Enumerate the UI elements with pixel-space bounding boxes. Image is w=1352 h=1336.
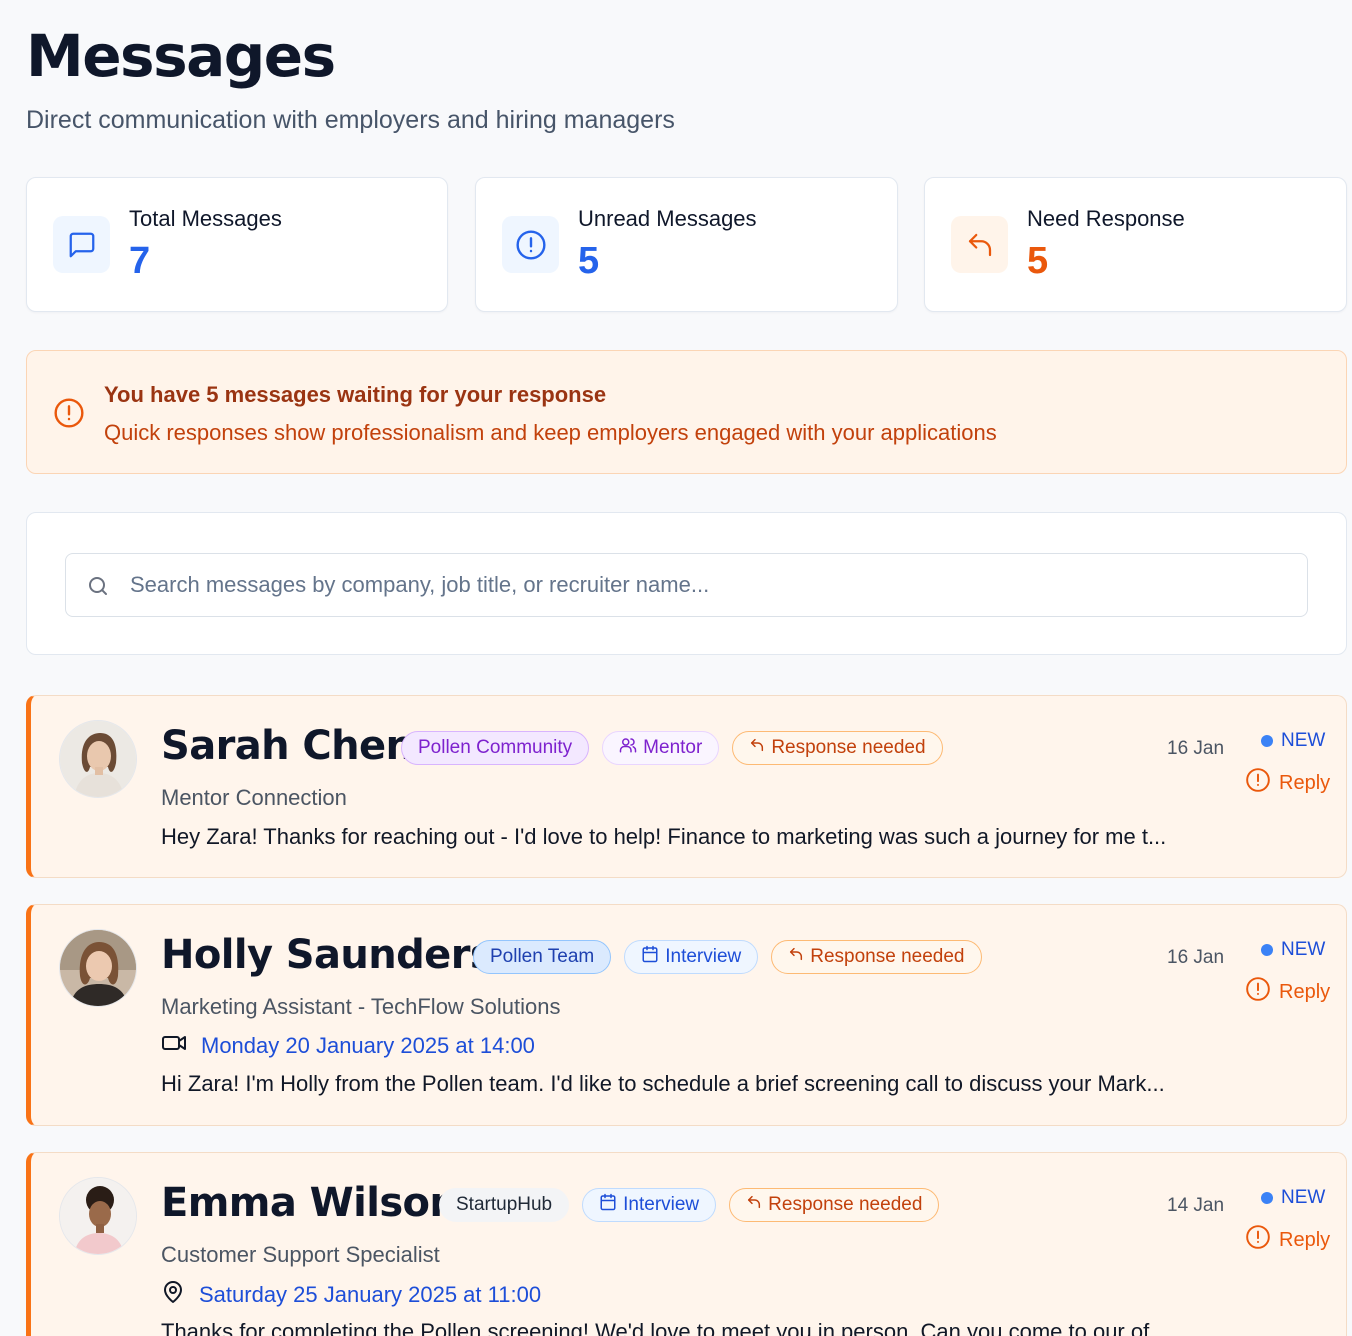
message-card[interactable]: Holly Saunders Pollen Team Interview Res… bbox=[26, 904, 1347, 1126]
source-badge: Pollen Community bbox=[401, 731, 590, 765]
interview-time: Monday 20 January 2025 at 14:00 bbox=[161, 1032, 535, 1060]
message-role: Customer Support Specialist bbox=[161, 1242, 440, 1267]
new-indicator: NEW bbox=[1261, 730, 1325, 752]
stat-value: 5 bbox=[1027, 240, 1049, 282]
source-badge-label: StartupHub bbox=[456, 1194, 553, 1215]
stat-card-unread: Unread Messages 5 bbox=[475, 177, 898, 312]
type-badge: Mentor bbox=[602, 731, 720, 765]
source-badge-label: Pollen Community bbox=[418, 737, 573, 758]
search-card bbox=[26, 512, 1347, 655]
calendar-icon bbox=[641, 945, 659, 969]
new-indicator: NEW bbox=[1261, 939, 1325, 961]
reply-label: Reply bbox=[1279, 1228, 1331, 1251]
sender-name: Sarah Chen bbox=[161, 723, 414, 769]
search-input[interactable] bbox=[130, 554, 1290, 616]
badge-group: Pollen Community Mentor Response needed bbox=[401, 731, 943, 765]
reply-icon bbox=[951, 216, 1008, 273]
type-badge: Interview bbox=[624, 940, 759, 974]
response-alert: You have 5 messages waiting for your res… bbox=[26, 350, 1347, 474]
alert-circle-icon bbox=[1245, 767, 1271, 799]
stat-label: Unread Messages bbox=[578, 206, 757, 231]
page-title: Messages bbox=[26, 22, 336, 90]
new-label: NEW bbox=[1281, 1187, 1326, 1208]
avatar bbox=[59, 929, 137, 1007]
message-preview: Hi Zara! I'm Holly from the Pollen team.… bbox=[161, 1071, 1165, 1096]
stat-card-need-response: Need Response 5 bbox=[924, 177, 1347, 312]
message-role: Mentor Connection bbox=[161, 785, 347, 810]
search-box[interactable] bbox=[65, 553, 1308, 617]
status-badge-label: Response needed bbox=[768, 1194, 923, 1215]
status-badge-label: Response needed bbox=[771, 737, 926, 758]
interview-time-label: Saturday 25 January 2025 at 11:00 bbox=[199, 1282, 542, 1307]
page-subtitle: Direct communication with employers and … bbox=[26, 106, 675, 134]
stat-label: Total Messages bbox=[129, 206, 282, 231]
status-badge: Response needed bbox=[729, 1188, 940, 1222]
message-card[interactable]: Emma Wilson StartupHub Interview Respons… bbox=[26, 1152, 1347, 1336]
message-preview: Hey Zara! Thanks for reaching out - I'd … bbox=[161, 824, 1167, 849]
message-preview: Thanks for completing the Pollen screeni… bbox=[161, 1319, 1168, 1336]
sender-name: Holly Saunders bbox=[161, 932, 494, 978]
message-role: Marketing Assistant - TechFlow Solutions bbox=[161, 994, 561, 1019]
new-indicator: NEW bbox=[1261, 1187, 1325, 1209]
source-badge-label: Pollen Team bbox=[490, 946, 595, 967]
new-dot-icon bbox=[1261, 1192, 1273, 1204]
badge-group: Pollen Team Interview Response needed bbox=[473, 940, 982, 974]
stat-value: 5 bbox=[578, 240, 600, 282]
users-icon bbox=[619, 736, 637, 760]
interview-time-label: Monday 20 January 2025 at 14:00 bbox=[201, 1033, 535, 1058]
status-badge-label: Response needed bbox=[810, 946, 965, 967]
message-date: 16 Jan bbox=[1167, 738, 1225, 759]
stat-label: Need Response bbox=[1027, 206, 1185, 231]
video-icon bbox=[161, 1032, 187, 1060]
avatar bbox=[59, 720, 137, 798]
alert-circle-icon bbox=[1245, 976, 1271, 1008]
interview-location-time: Saturday 25 January 2025 at 11:00 bbox=[161, 1280, 541, 1310]
reply-button[interactable]: Reply bbox=[1245, 1224, 1330, 1256]
new-dot-icon bbox=[1261, 735, 1273, 747]
stat-value: 7 bbox=[129, 240, 151, 282]
reply-button[interactable]: Reply bbox=[1245, 976, 1330, 1008]
reply-icon bbox=[749, 737, 765, 759]
new-label: NEW bbox=[1281, 939, 1326, 960]
badge-group: StartupHub Interview Response needed bbox=[439, 1188, 940, 1222]
stat-card-total: Total Messages 7 bbox=[26, 177, 448, 312]
new-dot-icon bbox=[1261, 944, 1273, 956]
message-card[interactable]: Sarah Chen Pollen Community Mentor Respo… bbox=[26, 695, 1347, 878]
avatar bbox=[59, 1177, 137, 1255]
new-label: NEW bbox=[1281, 730, 1326, 751]
search-icon bbox=[86, 574, 110, 603]
alert-circle-icon bbox=[1245, 1224, 1271, 1256]
source-badge: StartupHub bbox=[439, 1188, 570, 1222]
message-square-icon bbox=[53, 216, 110, 273]
status-badge: Response needed bbox=[732, 731, 943, 765]
reply-icon bbox=[746, 1194, 762, 1216]
source-badge: Pollen Team bbox=[473, 940, 612, 974]
reply-icon bbox=[788, 946, 804, 968]
alert-heading: You have 5 messages waiting for your res… bbox=[104, 382, 607, 407]
alert-circle-icon bbox=[53, 397, 85, 434]
message-date: 14 Jan bbox=[1167, 1195, 1225, 1216]
type-badge-label: Interview bbox=[623, 1194, 700, 1215]
calendar-icon bbox=[599, 1193, 617, 1217]
status-badge: Response needed bbox=[771, 940, 982, 974]
alert-circle-icon bbox=[502, 216, 559, 273]
type-badge-label: Interview bbox=[665, 946, 742, 967]
message-date: 16 Jan bbox=[1167, 947, 1225, 968]
reply-button[interactable]: Reply bbox=[1245, 767, 1330, 799]
map-pin-icon bbox=[161, 1280, 185, 1310]
sender-name: Emma Wilson bbox=[161, 1180, 458, 1226]
reply-label: Reply bbox=[1279, 980, 1331, 1003]
alert-text: Quick responses show professionalism and… bbox=[104, 420, 997, 445]
type-badge-label: Mentor bbox=[643, 737, 703, 758]
reply-label: Reply bbox=[1279, 771, 1331, 794]
type-badge: Interview bbox=[582, 1188, 717, 1222]
